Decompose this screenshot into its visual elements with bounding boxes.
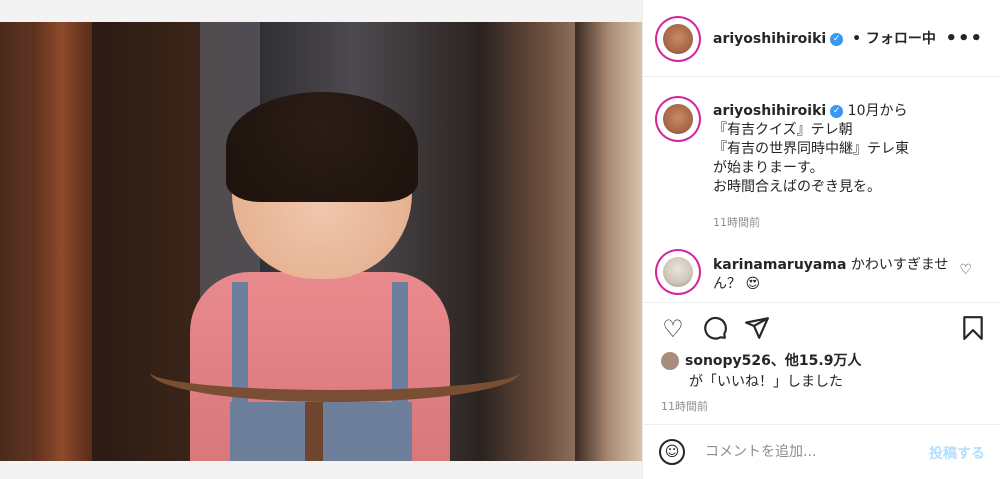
verified-icon: ✓ <box>830 32 844 46</box>
caption-author-avatar-image <box>663 104 693 134</box>
more-icon[interactable]: ••• <box>945 28 983 49</box>
post-caption: ariyoshihiroiki ✓ 10月から 『有吉クイズ』テレ朝 『有吉の世界… <box>713 102 983 197</box>
photo-door-right <box>575 22 642 461</box>
post-timestamp[interactable]: 11時間前 <box>661 398 708 414</box>
like-icon[interactable]: ♡ <box>659 315 687 343</box>
post-comment-button[interactable]: 投稿する <box>929 443 985 463</box>
post-actions: ♡ <box>643 302 1000 356</box>
likes-suffix: が「いいね！」しました <box>689 374 843 390</box>
comment-item: karinamaruyama かわいすぎません？ 😍 <box>713 256 953 294</box>
author-avatar[interactable] <box>659 20 697 58</box>
caption-line-5: お時間合えばのぞき見を。 <box>713 179 881 195</box>
comment-box: ☺ 投稿する <box>643 424 1000 479</box>
caption-line-3: 『有吉の世界同時中継』テレ東 <box>713 141 909 157</box>
author-avatar-image <box>663 24 693 54</box>
caption-username[interactable]: ariyoshihiroiki <box>713 103 826 119</box>
share-icon[interactable] <box>743 315 771 343</box>
commenter-avatar-image <box>663 257 693 287</box>
comment-like-icon[interactable]: ♡ <box>959 262 972 278</box>
author-username[interactable]: ariyoshihiroiki <box>713 31 826 47</box>
comment-emoji: 😍 <box>745 276 761 292</box>
caption-line-1: 10月から <box>847 103 908 119</box>
save-icon[interactable] <box>959 315 987 343</box>
photo-handlebar <box>150 342 520 402</box>
likes-summary: sonopy526、他15.9万人 <box>661 352 861 371</box>
caption-author-avatar[interactable] <box>659 100 697 138</box>
caption-line-4: が始まりまーす。 <box>713 160 824 176</box>
emoji-icon[interactable]: ☺ <box>659 439 685 465</box>
commenter-avatar[interactable] <box>659 253 697 291</box>
caption-verified-icon: ✓ <box>830 104 844 118</box>
likes-count[interactable]: 、他15.9万人 <box>771 353 862 369</box>
photo-door-left <box>32 22 92 461</box>
photo-child-hair <box>226 92 418 202</box>
post-image[interactable] <box>0 22 642 461</box>
header-separator: • <box>852 31 862 47</box>
post-photo-area <box>0 0 642 479</box>
photo-handlebar-stem <box>305 402 323 461</box>
caption-line-2: 『有吉クイズ』テレ朝 <box>713 122 853 138</box>
liker-avatar[interactable] <box>661 352 679 370</box>
comment-icon[interactable] <box>701 315 729 343</box>
post-side-panel: ariyoshihiroiki ✓ • フォロー中 ••• ariyoshihir… <box>642 0 1000 479</box>
post-header: ariyoshihiroiki ✓ • フォロー中 ••• <box>643 0 1000 77</box>
follow-status-button[interactable]: フォロー中 <box>866 31 936 47</box>
liker-username[interactable]: sonopy526 <box>685 353 771 369</box>
commenter-username[interactable]: karinamaruyama <box>713 257 846 273</box>
caption-timestamp[interactable]: 11時間前 <box>713 214 760 230</box>
comment-input[interactable] <box>703 441 913 463</box>
header-user-line: ariyoshihiroiki ✓ • フォロー中 <box>713 28 936 48</box>
